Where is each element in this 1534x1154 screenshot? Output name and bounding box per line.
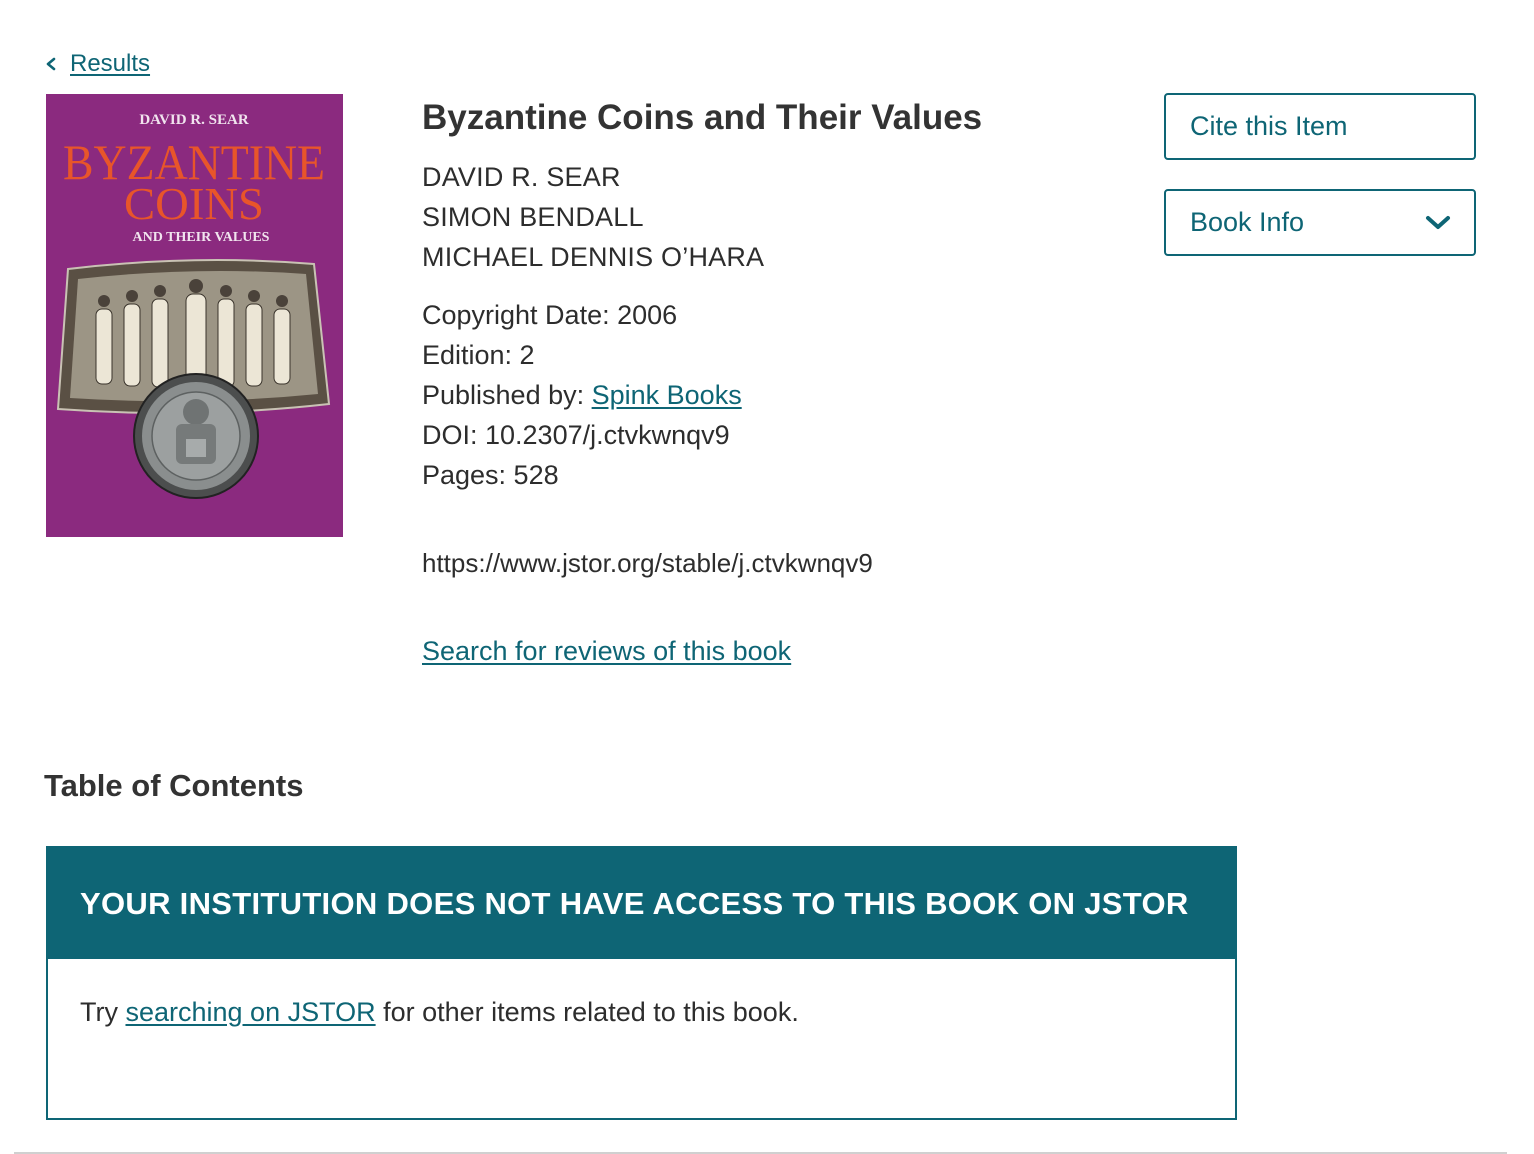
coin-illustration bbox=[133, 373, 259, 499]
cite-item-label: Cite this Item bbox=[1190, 111, 1348, 141]
doi: DOI: 10.2307/j.ctvkwnqv9 bbox=[422, 420, 730, 450]
book-details: Byzantine Coins and Their Values DAVID R… bbox=[422, 95, 1122, 671]
page-count: Pages: 528 bbox=[422, 460, 559, 490]
search-reviews-link[interactable]: Search for reviews of this book bbox=[422, 636, 791, 666]
book-info-label: Book Info bbox=[1190, 207, 1305, 237]
publisher-row: Published by: Spink Books bbox=[422, 375, 1122, 415]
cover-author-text: DAVID R. SEAR bbox=[139, 112, 248, 128]
chevron-down-icon bbox=[1426, 215, 1450, 229]
back-label: Results bbox=[70, 50, 151, 77]
author-name: DAVID R. SEAR bbox=[422, 162, 621, 192]
no-access-panel: YOUR INSTITUTION DOES NOT HAVE ACCESS TO… bbox=[46, 846, 1237, 1120]
edition: Edition: 2 bbox=[422, 340, 535, 370]
back-to-results-link[interactable]: Results bbox=[44, 50, 150, 78]
access-message: Try searching on JSTOR for other items r… bbox=[48, 959, 1235, 1066]
stable-url: https://www.jstor.org/stable/j.ctvkwnqv9 bbox=[422, 548, 873, 578]
author-name: SIMON BENDALL bbox=[422, 202, 644, 232]
book-cover-image: DAVID R. SEAR BYZANTINE COINS AND THEIR … bbox=[46, 94, 343, 537]
access-message-prefix: Try bbox=[80, 997, 126, 1027]
access-message-suffix: for other items related to this book. bbox=[375, 997, 799, 1027]
cover-subtitle-text: AND THEIR VALUES bbox=[133, 230, 270, 245]
page-title: Byzantine Coins and Their Values bbox=[422, 98, 983, 137]
author-name: MICHAEL DENNIS O’HARA bbox=[422, 242, 765, 272]
cite-item-button[interactable]: Cite this Item bbox=[1164, 93, 1476, 160]
publisher-prefix: Published by: bbox=[422, 380, 592, 410]
publisher-link[interactable]: Spink Books bbox=[592, 380, 742, 410]
copyright-date: Copyright Date: 2006 bbox=[422, 300, 678, 330]
author-list: DAVID R. SEAR SIMON BENDALL MICHAEL DENN… bbox=[422, 157, 1122, 277]
search-jstor-link[interactable]: searching on JSTOR bbox=[125, 997, 375, 1027]
book-info-dropdown[interactable]: Book Info bbox=[1164, 189, 1476, 256]
access-banner: YOUR INSTITUTION DOES NOT HAVE ACCESS TO… bbox=[48, 848, 1235, 959]
toc-heading: Table of Contents bbox=[44, 768, 304, 803]
book-metadata: Copyright Date: 2006 Edition: 2 Publishe… bbox=[422, 295, 1122, 495]
chevron-left-icon bbox=[46, 57, 56, 71]
cover-title-line2: COINS bbox=[124, 178, 264, 229]
